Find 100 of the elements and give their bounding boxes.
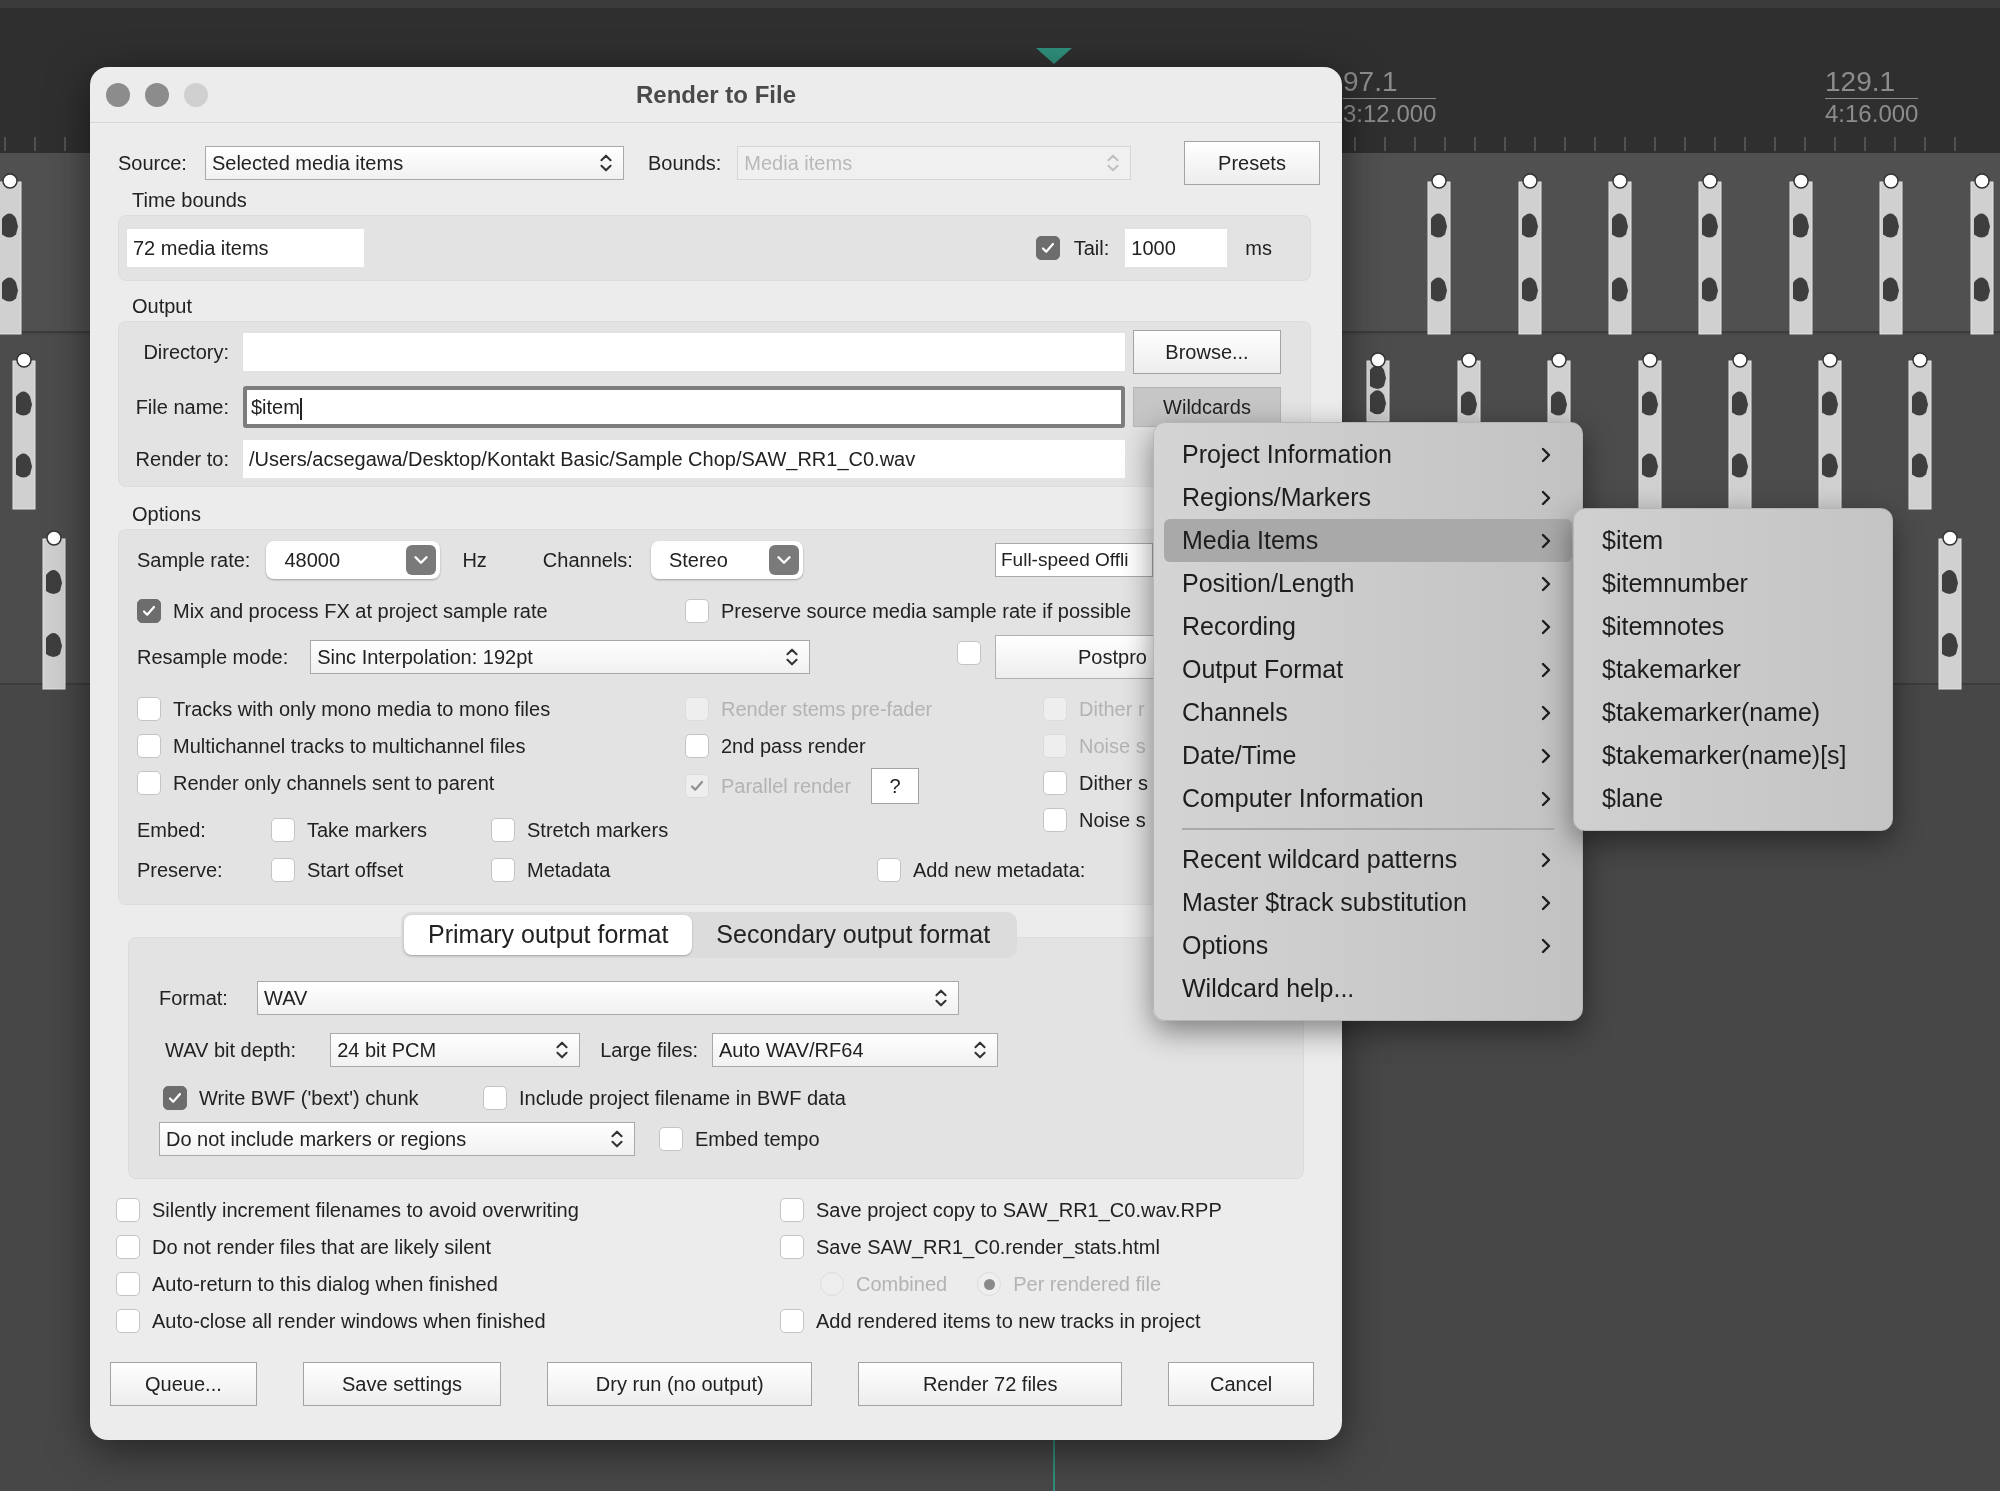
menu-item[interactable]: Channels [1164,691,1572,734]
checkbox[interactable] [491,858,515,882]
text-field[interactable] [243,333,1125,371]
menu-item[interactable]: Regions/Markers [1164,476,1572,519]
checkbox-label: Multichannel tracks to multichannel files [173,734,526,759]
push-button[interactable]: Browse... [1133,330,1281,374]
push-button[interactable]: Render 72 files [858,1362,1123,1406]
checkbox-label: Render only channels sent to parent [173,771,495,796]
checkbox-label: Mix and process FX at project sample rate [173,599,548,624]
window-minimize-button[interactable] [145,83,169,107]
menu-item[interactable]: Master $track substitution [1164,881,1572,924]
checkbox-label: Start offset [307,858,404,883]
checkbox[interactable] [116,1272,140,1296]
text-field[interactable]: 1000 [1125,229,1228,267]
audio-clip-drawing [1366,352,1390,422]
checkmark-icon [167,1090,183,1106]
bar-position-label: 97.1 [1343,66,1437,99]
menu-item[interactable]: Options [1164,924,1572,967]
checkbox[interactable] [780,1198,804,1222]
playhead-line [1053,1440,1055,1491]
menu-item[interactable]: Recent wildcard patterns [1164,838,1572,881]
menu-item[interactable]: Output Format [1164,648,1572,691]
section-heading: Output [132,294,194,319]
checkbox[interactable] [116,1309,140,1333]
checkbox[interactable] [271,818,295,842]
menu-item[interactable]: $lane [1574,777,1892,820]
window-zoom-button[interactable] [184,83,208,107]
dropdown[interactable]: 48000 [266,541,441,579]
menu-item[interactable]: Position/Length [1164,562,1572,605]
help-button[interactable]: ? [871,768,920,804]
checkbox-label: Embed tempo [695,1127,820,1152]
format-tab[interactable]: Secondary output format [692,915,1015,955]
checkbox-label: Write BWF ('bext') chunk [199,1086,419,1111]
dropdown[interactable]: Do not include markers or regions [159,1122,635,1156]
dropdown[interactable]: 24 bit PCM [330,1033,581,1067]
dropdown[interactable]: Sinc Interpolation: 192pt [310,640,811,674]
checkbox[interactable] [116,1198,140,1222]
checkbox-label: Tracks with only mono media to mono files [173,697,551,722]
section-heading: Time bounds [132,188,248,213]
field-label: Hz [462,548,487,573]
menu-item[interactable]: $item [1574,519,1892,562]
checkbox[interactable] [137,697,161,721]
menu-item[interactable]: $takemarker(name) [1574,691,1892,734]
checkbox[interactable] [685,734,709,758]
field-label: Large files: [600,1038,698,1063]
push-button[interactable]: Presets [1184,141,1320,185]
push-button[interactable]: Queue... [110,1362,257,1406]
checkbox-label: Dither s [1079,771,1148,796]
text-field[interactable]: $item [243,386,1125,428]
menu-item[interactable]: $takemarker(name)[s] [1574,734,1892,777]
dropdown[interactable]: Stereo [650,541,803,579]
dropdown[interactable]: Selected media items [204,146,624,180]
push-button[interactable]: Postpro [995,635,1153,679]
checkbox[interactable] [271,858,295,882]
checkbox[interactable] [491,818,515,842]
menu-item[interactable]: $itemnumber [1574,562,1892,605]
checkbox[interactable] [137,734,161,758]
push-button[interactable]: Save settings [302,1362,502,1406]
checkbox[interactable] [780,1235,804,1259]
checkbox[interactable] [483,1086,507,1110]
text-field[interactable]: 72 media items [127,229,364,267]
checkbox[interactable] [1043,808,1067,832]
menu-item[interactable]: Date/Time [1164,734,1572,777]
checkbox[interactable] [116,1235,140,1259]
dropdown[interactable]: Full-speed Offli [995,543,1153,577]
playhead-marker-icon [1036,48,1072,64]
menu-item[interactable]: Media Items [1164,519,1572,562]
checkbox[interactable] [659,1127,683,1151]
checkbox[interactable] [685,599,709,623]
field-label: Format: [159,986,229,1011]
menu-item[interactable]: $takemarker [1574,648,1892,691]
dropdown[interactable]: Auto WAV/RF64 [712,1033,998,1067]
window-close-button[interactable] [106,83,130,107]
menu-item[interactable]: Wildcard help... [1164,967,1572,1010]
checkbox[interactable] [957,641,981,665]
checkbox-label: Do not render files that are likely silent [152,1235,492,1260]
dropdown[interactable]: WAV [257,981,959,1015]
menu-item[interactable]: Recording [1164,605,1572,648]
checkbox-label: Preserve source media sample rate if possible [721,599,1132,624]
checkbox[interactable] [163,1086,187,1110]
window-title: Render to File [636,79,796,110]
checkbox-label: Save SAW_RR1_C0.render_stats.html [816,1235,1160,1261]
checkbox[interactable] [877,858,901,882]
field-label: WAV bit depth: [165,1038,297,1063]
menu-item[interactable]: $itemnotes [1574,605,1892,648]
checkbox[interactable] [1035,236,1060,260]
menu-item[interactable]: Project Information [1164,433,1572,476]
push-button[interactable]: Dry run (no output) [547,1362,813,1406]
checkbox[interactable] [137,599,161,623]
checkbox[interactable] [1043,771,1067,795]
checkbox-label: Include project filename in BWF data [519,1086,846,1111]
push-button[interactable]: Cancel [1168,1362,1314,1406]
field-label: Preserve: [137,858,224,883]
checkbox[interactable] [137,771,161,795]
checkbox[interactable] [780,1309,804,1333]
checkbox-label: Metadata [527,858,611,883]
menu-item[interactable]: Computer Information [1164,777,1572,820]
chevron-down-icon [406,545,437,575]
wildcards-button[interactable]: Wildcards [1133,387,1281,427]
format-tab[interactable]: Primary output format [404,915,693,955]
